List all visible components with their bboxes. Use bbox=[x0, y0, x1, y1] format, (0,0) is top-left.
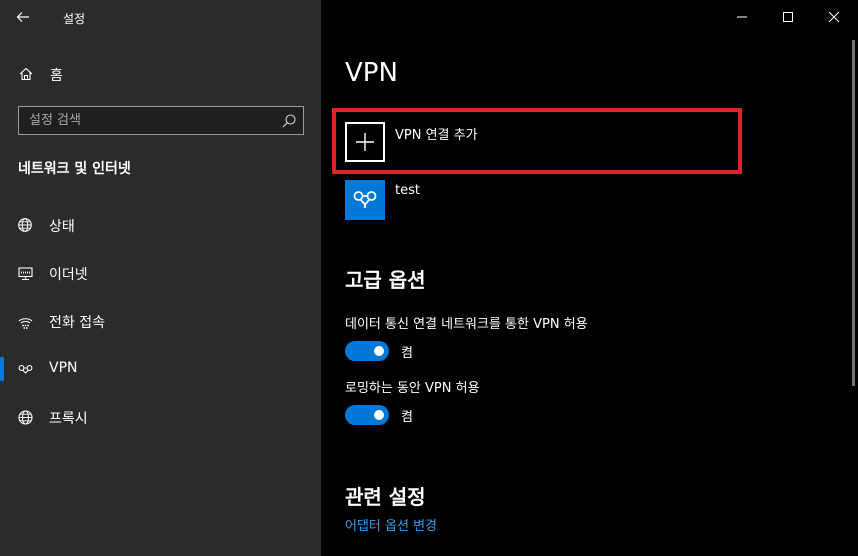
plus-box bbox=[345, 122, 385, 162]
active-indicator bbox=[0, 357, 4, 381]
home-icon bbox=[19, 67, 33, 81]
option-label-metered: 데이터 통신 연결 네트워크를 통한 VPN 허용 bbox=[345, 317, 588, 332]
sidebar-item-ethernet[interactable]: 이더넷 bbox=[0, 253, 321, 293]
ethernet-icon bbox=[18, 267, 33, 280]
toggle-knob bbox=[374, 410, 384, 420]
back-button[interactable] bbox=[10, 5, 36, 29]
home-label: 홈 bbox=[50, 68, 63, 84]
page-title: VPN bbox=[345, 58, 398, 88]
minimize-icon bbox=[737, 16, 747, 18]
vpn-connection-name: test bbox=[395, 183, 420, 198]
sidebar: 설정 홈 네트워크 및 인터넷 상태 이더넷 bbox=[0, 0, 321, 556]
title-bar: 설정 bbox=[0, 0, 321, 34]
toggle-state-label: 켬 bbox=[401, 410, 413, 425]
vpn-icon bbox=[353, 191, 377, 208]
related-settings-title: 관련 설정 bbox=[345, 485, 426, 509]
close-button[interactable] bbox=[811, 0, 857, 34]
toggle-row-metered: 켬 bbox=[345, 340, 545, 362]
scrollbar[interactable] bbox=[852, 40, 855, 386]
home-link[interactable]: 홈 bbox=[0, 58, 321, 90]
search-input[interactable] bbox=[19, 107, 275, 134]
back-arrow-icon bbox=[16, 12, 29, 22]
globe-icon bbox=[18, 410, 33, 425]
toggle-knob bbox=[374, 346, 384, 356]
sidebar-item-label: VPN bbox=[49, 360, 78, 376]
advanced-options-title: 고급 옵션 bbox=[345, 268, 426, 292]
vpn-tile bbox=[345, 180, 385, 220]
add-vpn-connection-button[interactable]: VPN 연결 추가 bbox=[332, 108, 742, 174]
option-label-roaming: 로밍하는 동안 VPN 허용 bbox=[345, 381, 480, 396]
adapter-options-link[interactable]: 어댑터 옵션 변경 bbox=[345, 515, 437, 534]
section-title: 네트워크 및 인터넷 bbox=[18, 161, 131, 177]
vpn-connection-item[interactable]: test bbox=[345, 180, 645, 220]
sidebar-item-status[interactable]: 상태 bbox=[0, 205, 321, 245]
plus-icon bbox=[356, 133, 374, 151]
toggle-switch-metered[interactable] bbox=[345, 341, 389, 361]
sidebar-item-vpn[interactable]: VPN bbox=[0, 349, 321, 389]
search-box[interactable] bbox=[18, 106, 304, 135]
maximize-icon bbox=[783, 12, 793, 22]
toggle-switch-roaming[interactable] bbox=[345, 405, 389, 425]
toggle-row-roaming: 켬 bbox=[345, 404, 545, 426]
sidebar-item-label: 상태 bbox=[49, 219, 75, 235]
globe-status-icon bbox=[18, 218, 32, 232]
sidebar-item-label: 이더넷 bbox=[49, 267, 88, 283]
toggle-state-label: 켬 bbox=[401, 346, 413, 361]
sidebar-item-label: 전화 접속 bbox=[49, 315, 105, 331]
vpn-icon bbox=[18, 365, 33, 374]
app-title: 설정 bbox=[63, 12, 86, 26]
close-icon bbox=[828, 11, 840, 23]
add-vpn-connection-label: VPN 연결 추가 bbox=[395, 128, 478, 143]
sidebar-item-label: 프록시 bbox=[49, 411, 88, 427]
maximize-button[interactable] bbox=[765, 0, 811, 34]
minimize-button[interactable] bbox=[719, 0, 765, 34]
dialup-icon bbox=[18, 318, 33, 329]
main-content: VPN VPN 연결 추가 test 고급 옵션 데이터 통신 연결 네트워크를… bbox=[321, 0, 858, 556]
search-icon[interactable] bbox=[281, 113, 297, 129]
sidebar-item-dialup[interactable]: 전화 접속 bbox=[0, 301, 321, 341]
sidebar-item-proxy[interactable]: 프록시 bbox=[0, 397, 321, 437]
